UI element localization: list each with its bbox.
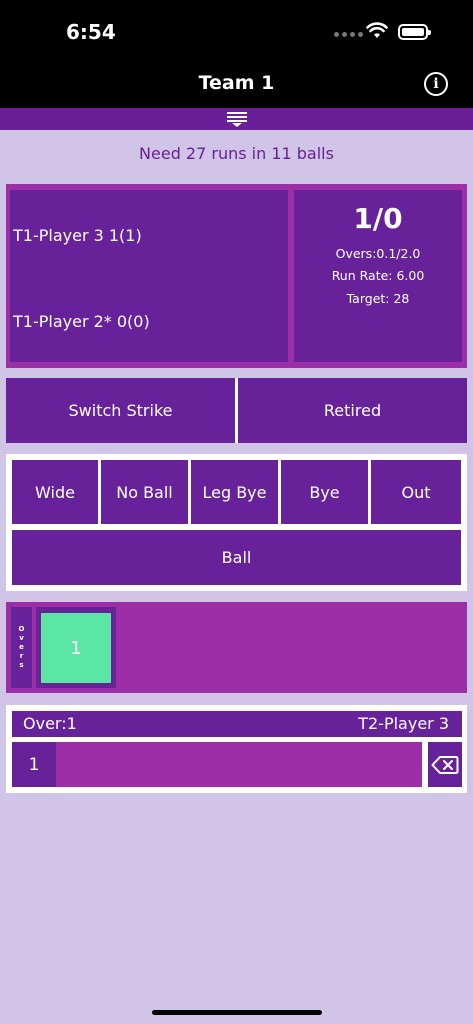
run-rate-stat: Run Rate: 6.00 <box>331 268 425 283</box>
stats-panel: 1/0 Overs:0.1/2.0 Run Rate: 6.00 Target:… <box>294 190 462 362</box>
cellular-signal-icon <box>334 32 363 37</box>
no-ball-button[interactable]: No Ball <box>101 460 188 524</box>
bye-button[interactable]: Bye <box>281 460 368 524</box>
bowler-name: T2-Player 3 <box>358 714 449 733</box>
over-card[interactable]: 1 <box>41 613 111 683</box>
batsman-striker: T1-Player 2* 0(0) <box>13 312 150 331</box>
current-over-header: Over:1 T2-Player 3 <box>12 711 462 737</box>
info-icon[interactable]: i <box>424 72 448 96</box>
batsman-non-striker: T1-Player 3 1(1) <box>13 226 142 245</box>
wifi-icon <box>366 22 388 38</box>
status-bar: 6:54 <box>0 0 473 62</box>
leg-bye-button[interactable]: Leg Bye <box>191 460 278 524</box>
battery-icon <box>398 24 431 40</box>
page-title: Team 1 <box>198 72 275 94</box>
status-time: 6:54 <box>66 20 116 44</box>
overs-label: O v e r s <box>11 607 32 688</box>
wide-button[interactable]: Wide <box>12 460 98 524</box>
undo-button[interactable] <box>428 742 462 787</box>
target-stat: Target: 28 <box>346 291 410 306</box>
switch-strike-button[interactable]: Switch Strike <box>6 378 235 443</box>
home-indicator <box>152 1010 322 1015</box>
ball-track <box>12 742 422 787</box>
target-message: Need 27 runs in 11 balls <box>139 144 334 163</box>
menu-down-icon <box>226 111 247 127</box>
out-button[interactable]: Out <box>371 460 461 524</box>
batsmen-panel: T1-Player 3 1(1) T1-Player 2* 0(0) <box>10 190 288 362</box>
over-number: Over:1 <box>23 714 77 733</box>
score: 1/0 <box>353 202 403 235</box>
ball-chip: 1 <box>12 742 56 787</box>
nav-bar: Team 1 i <box>0 62 473 108</box>
ball-button[interactable]: Ball <box>12 530 461 585</box>
menu-toggle[interactable] <box>0 108 473 130</box>
backspace-icon <box>431 755 459 774</box>
retired-button[interactable]: Retired <box>238 378 467 443</box>
overs-stat: Overs:0.1/2.0 <box>335 246 421 261</box>
